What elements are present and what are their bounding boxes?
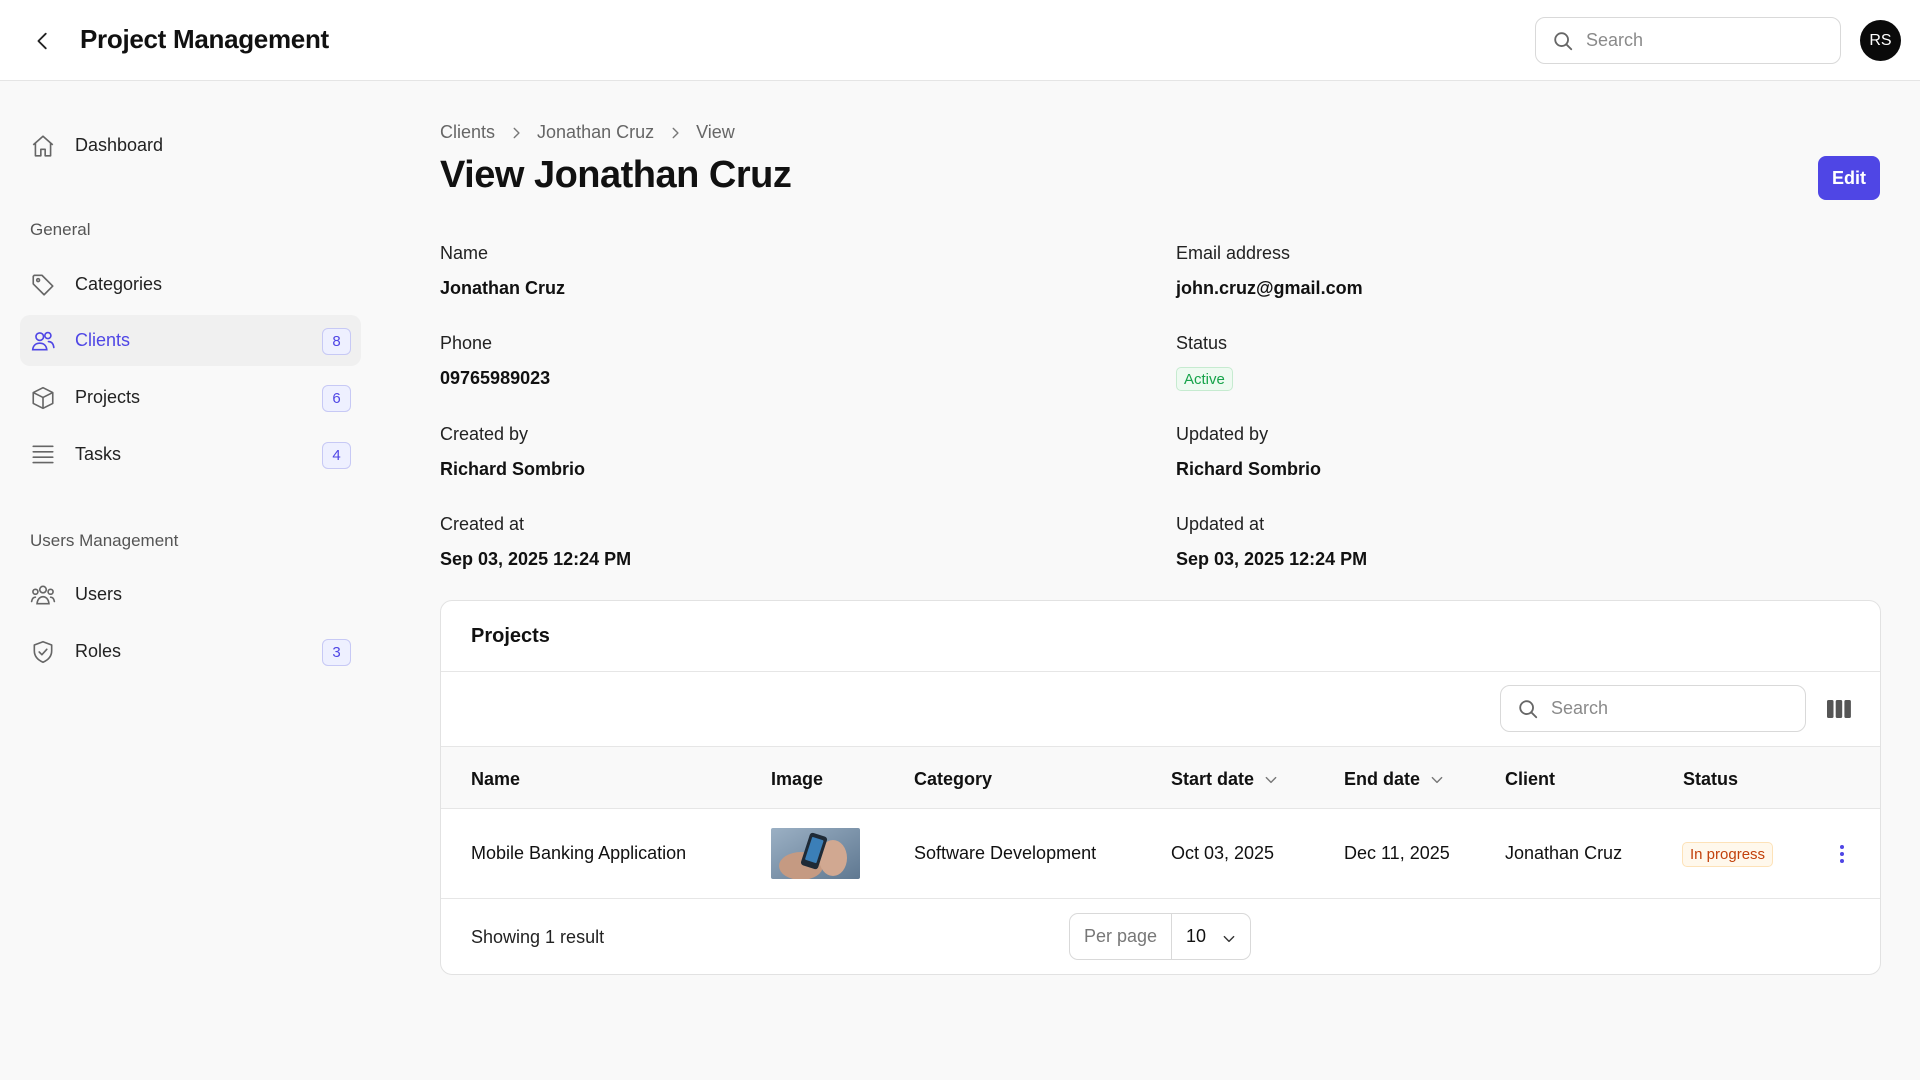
projects-search[interactable] [1500,685,1806,732]
sidebar-item-label: Users [75,584,123,604]
breadcrumb-client-name[interactable]: Jonathan Cruz [537,122,654,143]
breadcrumb-current: View [696,122,735,142]
page-title: View Jonathan Cruz [440,154,792,196]
created-at-value: Sep 03, 2025 12:24 PM [440,549,632,569]
status-badge: Active [1176,367,1233,391]
per-page-label: Per page [1070,914,1172,959]
cube-icon [32,386,54,410]
column-header-name: Name [471,769,521,789]
user-group-icon [30,585,56,605]
phone-label: Phone [440,333,493,353]
sidebar-badge-clients: 8 [322,328,351,355]
sidebar-item-users[interactable]: Users [20,569,361,620]
status-label: Status [1176,333,1228,353]
column-header-image: Image [771,769,824,789]
per-page-select[interactable]: 10 [1172,914,1250,959]
sidebar-badge-roles: 3 [322,639,351,666]
chevron-down-icon [1223,935,1235,943]
phone-value: 09765989023 [440,368,551,388]
results-count: Showing 1 result [471,927,605,947]
updated-at-label: Updated at [1176,514,1265,534]
columns-toggle-icon[interactable] [1826,697,1852,721]
sidebar-item-projects[interactable]: Projects 6 [20,372,361,423]
search-icon [1519,700,1538,719]
sidebar-item-label: Dashboard [75,135,164,155]
table-header: Name Image Category Start date End date … [441,747,1880,808]
divider [441,671,1880,672]
projects-card: Projects Name Image Category Start date … [440,600,1881,975]
global-search[interactable] [1535,17,1841,64]
sidebar-section-users-management: Users Management [30,531,179,550]
breadcrumb: Clients Jonathan Cruz View [440,122,735,143]
sidebar-item-label: Tasks [75,444,122,464]
sidebar-item-label: Roles [75,641,122,661]
avatar[interactable]: RS [1860,20,1901,61]
sidebar-badge-projects: 6 [322,385,351,412]
more-vertical-icon [1840,845,1844,863]
app-title: Project Management [80,24,329,54]
per-page-value: 10 [1186,926,1207,946]
chevron-right-icon [672,127,679,138]
sidebar-section-general: General [30,220,91,239]
chevron-down-icon [1265,776,1277,783]
projects-title: Projects [471,625,550,647]
project-name[interactable]: Mobile Banking Application [471,843,686,864]
email-label: Email address [1176,243,1291,263]
list-icon [32,445,54,464]
column-header-client: Client [1505,769,1556,789]
project-status-badge: In progress [1682,842,1774,867]
updated-by-label: Updated by [1176,424,1269,444]
column-header-category: Category [914,769,993,789]
breadcrumb-separator [668,126,682,140]
per-page-control: Per page 10 [1069,913,1251,960]
sidebar-item-label: Projects [75,387,141,407]
home-icon [32,135,54,157]
chevron-left-icon [37,32,47,50]
sidebar-badge-tasks: 4 [322,442,351,469]
projects-search-input[interactable] [1551,698,1781,719]
divider [441,898,1880,899]
project-client: Jonathan Cruz [1505,843,1623,863]
project-category: Software Development [914,843,1097,863]
created-by-label: Created by [440,424,529,444]
search-icon [1554,32,1573,51]
name-value: Jonathan Cruz [440,278,566,298]
sidebar-item-dashboard[interactable]: Dashboard [20,120,361,171]
chevron-right-icon [513,127,520,138]
name-label: Name [440,243,489,263]
project-start-date: Oct 03, 2025 [1171,843,1275,863]
sidebar-item-label: Categories [75,274,163,294]
divider [441,808,1880,809]
updated-at-value: Sep 03, 2025 12:24 PM [1176,549,1368,569]
row-actions-button[interactable] [1833,841,1851,867]
created-at-label: Created at [440,514,525,534]
users-icon [31,331,55,351]
updated-by-value: Richard Sombrio [1176,459,1322,479]
chevron-down-icon [1431,776,1443,783]
sidebar-item-roles[interactable]: Roles 3 [20,626,361,677]
tag-icon [32,274,54,296]
created-by-value: Richard Sombrio [440,459,586,479]
breadcrumb-clients[interactable]: Clients [440,122,495,143]
phone-in-hand-image [771,828,860,879]
sidebar-item-categories[interactable]: Categories [20,259,361,310]
shield-check-icon [33,640,53,664]
sidebar-item-label: Clients [75,330,131,350]
breadcrumb-separator [509,126,523,140]
sidebar-item-clients[interactable]: Clients 8 [20,315,361,366]
project-end-date: Dec 11, 2025 [1344,843,1450,863]
sidebar-item-tasks[interactable]: Tasks 4 [20,429,361,480]
column-header-status: Status [1683,769,1739,789]
search-input[interactable] [1586,30,1816,51]
back-button[interactable] [28,26,58,56]
edit-button[interactable]: Edit [1818,156,1880,200]
project-thumbnail [771,828,860,879]
column-header-end-date[interactable]: End date [1344,769,1444,790]
email-value: john.cruz@gmail.com [1176,278,1363,298]
column-header-start-date[interactable]: Start date [1171,769,1278,790]
top-bar: Project Management RS [0,0,1920,81]
